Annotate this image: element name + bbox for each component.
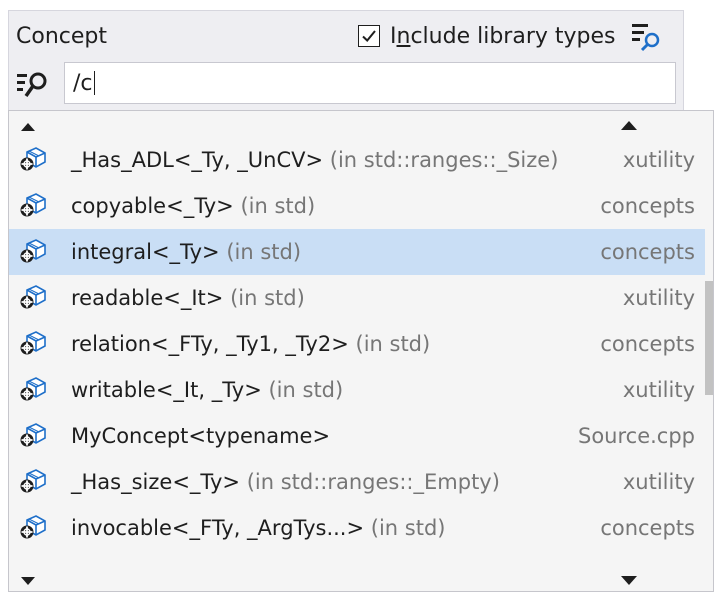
results-list: _Has_ADL<_Ty, _UnCV> (in std::ranges::_S… [9,137,705,551]
result-row[interactable]: integral<_Ty> (in std) concepts [9,229,705,275]
result-row[interactable]: invocable<_FTy, _ArgTys...> (in std) con… [9,505,705,551]
result-source: concepts [600,332,695,356]
scroll-down-arrow-icon[interactable] [21,577,35,585]
result-name: invocable<_FTy, _ArgTys...> (in std) [71,516,445,540]
search-input[interactable]: /c [64,62,676,104]
result-signature: _Has_ADL<_Ty, _UnCV> [71,148,324,172]
result-name: readable<_It> (in std) [71,286,305,310]
panel-title: Concept [16,24,107,49]
result-scope: (in std::ranges::_Empty) [246,470,500,494]
result-name: writable<_It, _Ty> (in std) [71,378,343,402]
result-signature: MyConcept<typename> [71,424,331,448]
text-caret [93,71,96,95]
result-scope: (in std) [226,240,302,264]
include-library-types-toggle[interactable]: Include library types [358,22,615,50]
result-source: xutility [622,378,695,402]
result-row[interactable]: writable<_It, _Ty> (in std) xutility [9,367,705,413]
result-scope: (in std) [268,378,344,402]
result-signature: invocable<_FTy, _ArgTys...> [71,516,365,540]
concept-icon [19,377,47,403]
result-signature: relation<_FTy, _Ty1, _Ty2> [71,332,349,356]
result-source: concepts [600,516,695,540]
concept-icon [19,285,47,311]
scrollbar-thumb[interactable] [705,281,713,395]
result-name: _Has_size<_Ty> (in std::ranges::_Empty) [71,470,500,494]
concept-icon [19,515,47,541]
include-library-types-label: Include library types [390,23,616,49]
result-scope: (in std::ranges::_Size) [329,148,559,172]
concept-icon [19,331,47,357]
result-row[interactable]: copyable<_Ty> (in std) concepts [9,183,705,229]
result-name: _Has_ADL<_Ty, _UnCV> (in std::ranges::_S… [71,148,558,172]
filter-search-icon[interactable] [630,20,664,54]
result-source: Source.cpp [577,424,695,448]
scroll-down-arrow-icon-right[interactable] [621,576,637,585]
checkmark-icon [362,30,376,42]
concept-icon [19,147,47,173]
result-scope: (in std) [370,516,446,540]
result-source: concepts [600,194,695,218]
result-signature: writable<_It, _Ty> [71,378,262,402]
result-scope: (in std) [230,286,305,310]
search-input-value: /c [73,70,93,96]
concept-icon [19,423,47,449]
result-row[interactable]: readable<_It> (in std) xutility [9,275,705,321]
include-library-types-checkbox[interactable] [358,25,380,47]
scroll-up-arrow-icon-right[interactable] [621,121,637,130]
result-source: xutility [622,286,695,310]
result-row[interactable]: _Has_size<_Ty> (in std::ranges::_Empty) … [9,459,705,505]
concept-icon [19,469,47,495]
result-signature: _Has_size<_Ty> [71,470,240,494]
result-name: integral<_Ty> (in std) [71,240,301,264]
result-name: MyConcept<typename> [71,424,330,448]
search-filter-icon [16,70,50,102]
result-signature: copyable<_Ty> [71,194,234,218]
result-row[interactable]: MyConcept<typename> Source.cpp [9,413,705,459]
result-scope: (in std) [355,332,431,356]
result-source: concepts [600,240,695,264]
result-name: copyable<_Ty> (in std) [71,194,315,218]
result-scope: (in std) [240,194,316,218]
concept-icon [19,193,47,219]
result-signature: integral<_Ty> [71,240,220,264]
concept-icon [19,239,47,265]
result-signature: readable<_It> [71,286,224,310]
results-dropdown: _Has_ADL<_Ty, _UnCV> (in std::ranges::_S… [8,110,714,592]
result-source: xutility [622,470,695,494]
result-row[interactable]: relation<_FTy, _Ty1, _Ty2> (in std) conc… [9,321,705,367]
result-row[interactable]: _Has_ADL<_Ty, _UnCV> (in std::ranges::_S… [9,137,705,183]
result-name: relation<_FTy, _Ty1, _Ty2> (in std) [71,332,430,356]
scroll-up-arrow-icon[interactable] [21,123,35,131]
result-source: xutility [622,148,695,172]
